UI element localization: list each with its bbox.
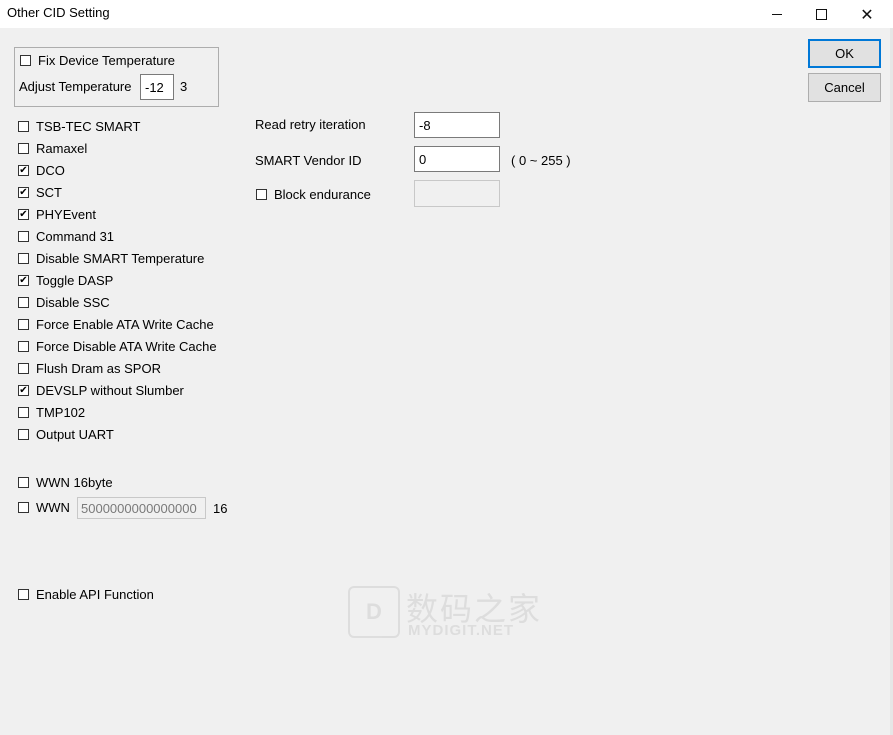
block-endurance-input[interactable] (414, 180, 500, 207)
wwn-16byte-label: WWN 16byte (36, 475, 113, 490)
checkbox-box[interactable] (20, 55, 31, 66)
checkbox-box[interactable] (18, 253, 29, 264)
fix-temperature-label: Fix Device Temperature (38, 53, 176, 68)
watermark-en-text: MYDIGIT.NET (408, 622, 515, 639)
watermark: D 数码之家 MYDIGIT.NET (348, 584, 544, 642)
option-checkbox[interactable]: TMP102 (18, 405, 85, 420)
option-label: Ramaxel (36, 141, 88, 156)
checkbox-box[interactable] (18, 143, 29, 154)
minimize-button[interactable] (754, 0, 800, 28)
option-label: Force Disable ATA Write Cache (36, 339, 217, 354)
option-checkbox[interactable]: ✔ Toggle DASP (18, 273, 113, 288)
option-label: TSB-TEC SMART (36, 119, 141, 134)
option-label: Disable SMART Temperature (36, 251, 205, 266)
option-label: Flush Dram as SPOR (36, 361, 161, 376)
smart-vendor-id-input[interactable] (414, 146, 500, 172)
smart-vendor-id-label: SMART Vendor ID (255, 153, 362, 168)
option-label: Disable SSC (36, 295, 110, 310)
wwn-label: WWN (36, 500, 70, 515)
checkbox-box[interactable] (18, 341, 29, 352)
option-checkbox[interactable]: Flush Dram as SPOR (18, 361, 161, 376)
option-label: Force Enable ATA Write Cache (36, 317, 214, 332)
option-checkbox[interactable]: Force Enable ATA Write Cache (18, 317, 214, 332)
option-checkbox[interactable]: ✔ DEVSLP without Slumber (18, 383, 184, 398)
option-label: PHYEvent (36, 207, 96, 222)
checkbox-box[interactable] (18, 121, 29, 132)
wwn-16byte-checkbox[interactable]: WWN 16byte (18, 475, 113, 490)
minimize-icon (772, 13, 782, 15)
maximize-icon (815, 8, 827, 20)
checkmark-icon[interactable]: ✔ (18, 385, 29, 396)
checkbox-box[interactable] (18, 589, 29, 600)
read-retry-input[interactable] (414, 112, 500, 138)
option-checkbox[interactable]: Disable SSC (18, 295, 110, 310)
adjust-temperature-suffix: 3 (180, 79, 188, 94)
option-checkbox[interactable]: TSB-TEC SMART (18, 119, 141, 134)
vendor-id-range: ( 0 ~ 255 ) (511, 153, 571, 168)
close-icon: ✕ (860, 4, 874, 24)
checkmark-icon[interactable]: ✔ (18, 209, 29, 220)
option-checkbox[interactable]: ✔ SCT (18, 185, 62, 200)
wwn-input[interactable] (77, 497, 206, 519)
checkbox-box[interactable] (18, 363, 29, 374)
checkbox-box[interactable] (18, 477, 29, 488)
wwn-checkbox[interactable]: WWN (18, 500, 70, 515)
option-checkbox[interactable]: ✔ DCO (18, 163, 65, 178)
option-label: Toggle DASP (36, 273, 114, 288)
checkmark-icon[interactable]: ✔ (18, 187, 29, 198)
option-checkbox[interactable]: Force Disable ATA Write Cache (18, 339, 217, 354)
maximize-button[interactable] (798, 0, 844, 28)
checkbox-box[interactable] (18, 297, 29, 308)
checkbox-box[interactable] (18, 231, 29, 242)
enable-api-checkbox[interactable]: Enable API Function (18, 587, 154, 602)
checkbox-box[interactable] (18, 407, 29, 418)
block-endurance-checkbox[interactable]: Block endurance (256, 187, 371, 202)
close-button[interactable]: ✕ (844, 0, 890, 28)
option-checkbox[interactable]: Disable SMART Temperature (18, 251, 204, 266)
option-checkbox[interactable]: Ramaxel (18, 141, 87, 156)
option-label: TMP102 (36, 405, 86, 420)
checkmark-icon[interactable]: ✔ (18, 165, 29, 176)
option-label: DEVSLP without Slumber (36, 383, 184, 398)
fix-temperature-checkbox[interactable]: Fix Device Temperature (20, 53, 175, 68)
cancel-button[interactable]: Cancel (808, 73, 881, 102)
adjust-temperature-label: Adjust Temperature (19, 79, 132, 94)
wwn-suffix: 16 (213, 501, 228, 516)
option-label: DCO (36, 163, 65, 178)
watermark-logo: D (348, 586, 400, 638)
checkbox-box[interactable] (256, 189, 267, 200)
option-checkbox[interactable]: Command 31 (18, 229, 114, 244)
checkbox-box[interactable] (18, 429, 29, 440)
option-label: Output UART (36, 427, 114, 442)
option-checkbox[interactable]: Output UART (18, 427, 114, 442)
adjust-temperature-input[interactable] (140, 74, 174, 100)
read-retry-label: Read retry iteration (255, 117, 366, 132)
title-bar: Other CID Setting ✕ (0, 0, 893, 28)
checkbox-box[interactable] (18, 319, 29, 330)
checkmark-icon[interactable]: ✔ (18, 275, 29, 286)
option-label: SCT (36, 185, 62, 200)
option-checkbox[interactable]: ✔ PHYEvent (18, 207, 96, 222)
option-label: Command 31 (36, 229, 115, 244)
enable-api-label: Enable API Function (36, 587, 154, 602)
window-title: Other CID Setting (7, 5, 110, 20)
checkbox-box[interactable] (18, 502, 29, 513)
block-endurance-label: Block endurance (274, 187, 371, 202)
ok-button[interactable]: OK (808, 39, 881, 68)
